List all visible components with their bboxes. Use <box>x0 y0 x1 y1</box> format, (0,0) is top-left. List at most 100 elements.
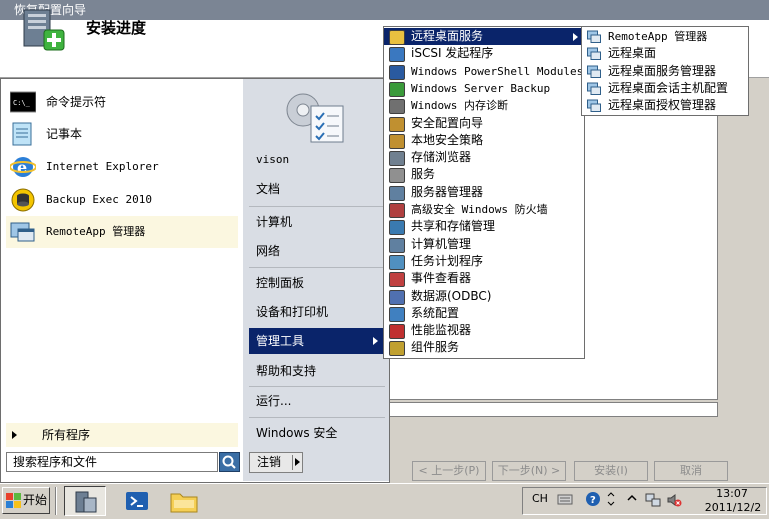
server-manager-icon <box>75 491 97 513</box>
search-button[interactable] <box>219 452 240 472</box>
start-item-help[interactable]: 帮助和支持 <box>249 358 385 384</box>
start-item-documents[interactable]: 文档 <box>249 176 385 202</box>
start-item-network[interactable]: 网络 <box>249 238 385 264</box>
start-menu-separator <box>249 267 385 268</box>
options-arrow-icon[interactable] <box>606 490 616 508</box>
start-button[interactable]: 开始 <box>2 487 50 514</box>
admin-menu-item-label: 本地安全策略 <box>411 132 484 147</box>
show-hidden-icons-icon[interactable] <box>627 493 637 503</box>
admin-menu-item-label: 组件服务 <box>411 340 460 355</box>
rds-menu-item-label: 远程桌面授权管理器 <box>608 98 717 113</box>
pinned-internet-explorer[interactable]: e Internet Explorer <box>6 151 238 183</box>
admin-menu-item[interactable]: Windows PowerShell Modules <box>384 63 584 80</box>
admin-menu-item[interactable]: 服务 <box>384 166 584 184</box>
pinned-cmd[interactable]: C:\_ 命令提示符 <box>6 86 238 118</box>
admin-menu-item[interactable]: 服务器管理器 <box>384 184 584 201</box>
admin-menu-item-label: 性能监视器 <box>411 323 472 338</box>
firewall-icon <box>389 203 405 218</box>
admin-menu-item[interactable]: Windows 内存诊断 <box>384 97 584 115</box>
pinned-backup-exec[interactable]: Backup Exec 2010 <box>6 184 238 216</box>
component-services-icon <box>389 341 405 357</box>
keyboard-icon[interactable] <box>557 492 573 506</box>
task-scheduler-icon <box>389 254 405 270</box>
admin-menu-item-label: 系统配置 <box>411 305 460 320</box>
start-item-admin-tools[interactable]: 管理工具 <box>249 328 385 354</box>
rds-manager-icon <box>587 65 601 78</box>
start-item-user[interactable]: vison <box>249 147 385 173</box>
user-picture-icon <box>286 93 344 143</box>
admin-menu-item-label: 任务计划程序 <box>411 253 484 268</box>
install-button[interactable]: 安装(I) <box>574 461 648 481</box>
admin-menu-item-label: 事件查看器 <box>411 271 472 286</box>
admin-tools-label: 管理工具 <box>256 334 305 348</box>
folder-icon <box>389 30 405 45</box>
computer-management-icon <box>389 237 405 253</box>
admin-menu-item[interactable]: 本地安全策略 <box>384 132 584 149</box>
windows-logo-icon <box>6 493 21 508</box>
admin-menu-item-label: 存储浏览器 <box>411 150 472 165</box>
storage-icon <box>389 151 405 167</box>
back-button[interactable]: < 上一步(P) <box>412 461 486 481</box>
svg-text:C:\_: C:\_ <box>13 99 31 107</box>
rds-menu-item[interactable]: 远程桌面授权管理器 <box>582 97 748 114</box>
clock-date[interactable]: 2011/12/2 <box>700 501 766 514</box>
cancel-button[interactable]: 取消 <box>654 461 728 481</box>
next-button[interactable]: 下一步(N) > <box>492 461 566 481</box>
start-item-control-panel[interactable]: 控制面板 <box>249 270 385 296</box>
wizard-header-title: 安装进度 <box>86 19 147 37</box>
admin-menu-item-label: iSCSI 发起程序 <box>411 46 494 61</box>
start-menu-separator <box>249 206 385 207</box>
remoteapp-icon <box>587 30 601 43</box>
admin-menu-item[interactable]: iSCSI 发起程序 <box>384 45 584 63</box>
help-icon[interactable]: ? <box>585 491 601 507</box>
admin-menu-item[interactable]: 计算机管理 <box>384 236 584 253</box>
rds-menu-item[interactable]: RemoteApp 管理器 <box>582 28 748 45</box>
taskbar-server-manager[interactable] <box>64 486 106 516</box>
iscsi-icon <box>389 47 405 63</box>
admin-menu-item-label: 安全配置向导 <box>411 115 484 130</box>
admin-menu-item-label: 数据源(ODBC) <box>411 288 492 303</box>
svg-text:e: e <box>17 158 27 177</box>
admin-menu-item[interactable]: 任务计划程序 <box>384 253 584 270</box>
taskbar-explorer[interactable] <box>163 486 205 516</box>
pinned-remoteapp[interactable]: RemoteApp 管理器 <box>6 216 238 248</box>
server-setup-icon <box>23 9 65 51</box>
rds-menu-item[interactable]: 远程桌面会话主机配置 <box>582 80 748 97</box>
clock-time[interactable]: 13:07 <box>702 487 762 500</box>
admin-menu-item[interactable]: Windows Server Backup <box>384 80 584 97</box>
start-item-devices-printers[interactable]: 设备和打印机 <box>249 299 385 325</box>
volume-muted-icon[interactable] <box>666 492 682 508</box>
start-menu-separator <box>249 417 385 418</box>
start-item-computer[interactable]: 计算机 <box>249 209 385 235</box>
admin-menu-item[interactable]: 系统配置 <box>384 305 584 322</box>
start-item-run[interactable]: 运行... <box>249 388 385 414</box>
ime-indicator[interactable]: CH <box>532 492 548 505</box>
share-storage-icon <box>389 220 405 236</box>
logoff-button[interactable]: 注销 <box>249 452 303 473</box>
rds-menu-item[interactable]: 远程桌面服务管理器 <box>582 63 748 80</box>
search-input[interactable]: 搜索程序和文件 <box>6 452 218 472</box>
arrow-right-icon <box>12 431 17 439</box>
admin-menu-item-label: 共享和存储管理 <box>411 219 496 234</box>
taskbar-powershell[interactable] <box>116 486 158 516</box>
admin-menu-item[interactable]: 共享和存储管理 <box>384 218 584 236</box>
admin-menu-item[interactable]: 高级安全 Windows 防火墙 <box>384 201 584 218</box>
network-icon[interactable] <box>645 492 661 508</box>
admin-menu-item[interactable]: 性能监视器 <box>384 322 584 340</box>
arrow-right-icon <box>295 458 300 466</box>
admin-menu-item[interactable]: 组件服务 <box>384 339 584 357</box>
all-programs-button[interactable]: 所有程序 <box>6 423 238 447</box>
backup-icon <box>389 81 405 97</box>
admin-menu-item[interactable]: 存储浏览器 <box>384 149 584 167</box>
admin-menu-item[interactable]: 事件查看器 <box>384 270 584 288</box>
admin-menu-item[interactable]: 安全配置向导 <box>384 115 584 132</box>
admin-menu-item-label: Windows PowerShell Modules <box>411 64 584 78</box>
pinned-notepad[interactable]: 记事本 <box>6 118 238 150</box>
remoteapp-icon <box>10 222 35 242</box>
admin-menu-item[interactable]: 远程桌面服务 <box>384 28 584 45</box>
backup-exec-icon <box>11 188 35 212</box>
start-item-windows-security[interactable]: Windows 安全 <box>249 420 385 446</box>
admin-menu-item[interactable]: 数据源(ODBC) <box>384 288 584 305</box>
rds-menu-item[interactable]: 远程桌面 <box>582 45 748 62</box>
system-config-icon <box>389 306 405 322</box>
